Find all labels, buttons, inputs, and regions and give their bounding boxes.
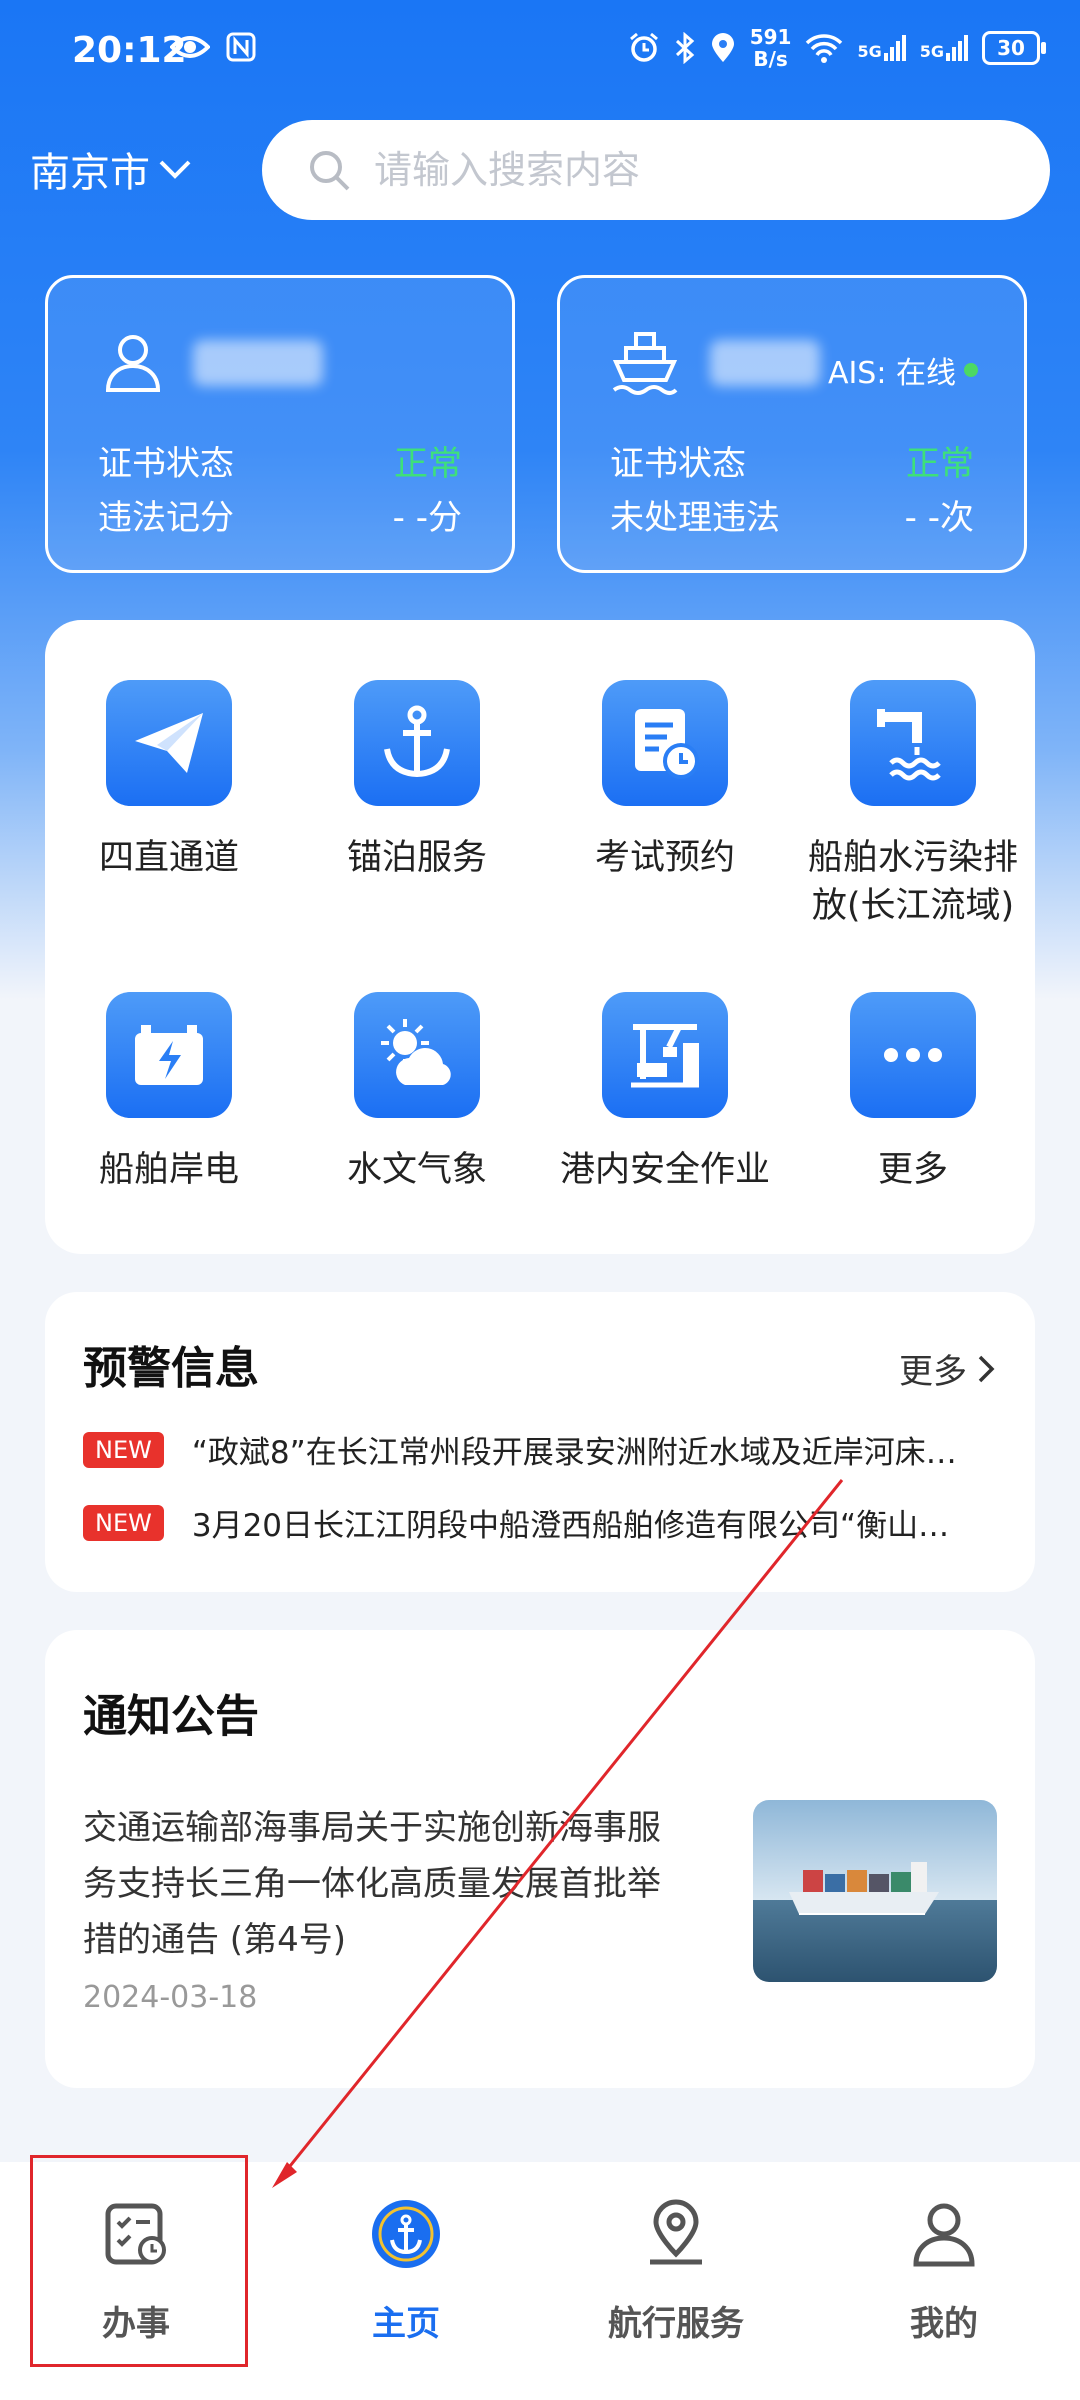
battery-charge-icon	[135, 1025, 203, 1085]
warning-text: 3月20日长江江阴段中船澄西船舶修造有限公司“衡山…	[191, 1508, 950, 1544]
service-shore-power[interactable]: 船舶岸电	[45, 992, 293, 1194]
nav-label: 我的	[910, 2304, 978, 2344]
ship-cert-status-value: 正常	[906, 444, 974, 484]
location-icon	[711, 33, 734, 62]
service-label: 船舶水污染排 放(长江流域)	[807, 838, 1018, 926]
service-anchorage[interactable]: 锚泊服务	[293, 680, 541, 882]
service-label: 更多	[877, 1150, 948, 1190]
service-label: 港内安全作业	[559, 1150, 770, 1190]
blurred-username	[193, 340, 323, 386]
service-water-pollution-discharge[interactable]: 船舶水污染排 放(长江流域)	[789, 680, 1037, 930]
search-icon	[310, 151, 350, 191]
service-exam-booking[interactable]: 考试预约	[541, 680, 789, 882]
maritime-emblem-icon	[372, 2200, 440, 2268]
service-port-safety-ops[interactable]: 港内安全作业	[541, 992, 789, 1194]
service-more[interactable]: 更多	[789, 992, 1037, 1194]
notice-item-text[interactable]: 交通运输部海事局关于实施创新海事服务支持长三角一体化高质量发展首批举措的通告 (…	[83, 1800, 693, 1968]
alarm-icon	[629, 32, 658, 62]
search-input[interactable]	[372, 147, 1016, 193]
signal-icon: 5G	[857, 35, 906, 61]
city-selector[interactable]: 南京市	[30, 140, 192, 198]
notice-title: 通知公告	[83, 1691, 259, 1742]
personal-status-card[interactable]: 证书状态 正常 违法记分 - -分	[45, 275, 515, 573]
more-dots-icon	[884, 1048, 942, 1062]
cert-status-row: 证书状态 正常	[98, 436, 462, 485]
nav-label: 主页	[372, 2304, 440, 2344]
sun-cloud-icon	[381, 1019, 451, 1085]
new-badge: NEW	[83, 1431, 164, 1468]
network-speed: 591 B/s	[749, 25, 792, 71]
service-label: 水文气象	[346, 1150, 487, 1190]
paper-plane-icon	[135, 713, 203, 773]
nav-tab-mine[interactable]: 我的	[844, 2198, 1044, 2345]
service-hydro-weather[interactable]: 水文气象	[293, 992, 541, 1194]
status-right-icons: 591 B/s 5G 5G 30	[628, 25, 1046, 71]
crane-icon	[631, 1024, 699, 1088]
service-label: 四直通道	[98, 838, 239, 878]
warning-more-link[interactable]: 更多	[899, 1344, 995, 1393]
anchor-icon	[384, 705, 450, 778]
warning-panel: 预警信息 更多 NEW “政斌8”在长江常州段开展录安洲附近水域及近岸河床… N…	[45, 1292, 1035, 1592]
cert-status-label: 证书状态	[98, 444, 234, 484]
map-pin-icon	[650, 2199, 702, 2265]
service-grid: 四直通道 锚泊服务 考试预约 船舶水污染排 放(长江流域) 船舶岸电 水文气象 港…	[45, 620, 1035, 1254]
status-bar: 20:12 591 B/s 5G 5G 30	[0, 0, 1080, 110]
unhandled-violations-label: 未处理违法	[610, 498, 780, 538]
cert-status-value: 正常	[394, 444, 462, 484]
online-dot-icon	[964, 363, 978, 377]
warning-item[interactable]: NEW 3月20日长江江阴段中船澄西船舶修造有限公司“衡山…	[83, 1500, 995, 1545]
notice-panel: 通知公告 交通运输部海事局关于实施创新海事服务支持长三角一体化高质量发展首批举措…	[45, 1630, 1035, 2088]
ship-cert-status-label: 证书状态	[610, 444, 746, 484]
notice-item-date: 2024-03-18	[83, 1980, 258, 2015]
status-left-icons	[170, 32, 256, 62]
violation-points-label: 违法记分	[98, 498, 234, 538]
notice-thumbnail[interactable]	[753, 1800, 997, 1982]
nav-label: 航行服务	[608, 2304, 744, 2344]
battery-icon: 30	[982, 31, 1046, 65]
user-icon	[913, 2203, 975, 2267]
nav-tab-home[interactable]: 主页	[306, 2198, 506, 2345]
warning-title: 预警信息	[83, 1343, 259, 1394]
unhandled-violations-value: - -次	[904, 498, 974, 538]
pipe-water-icon	[877, 709, 941, 781]
warning-text: “政斌8”在长江常州段开展录安洲附近水域及近岸河床…	[191, 1435, 957, 1471]
ais-status: AIS: 在线	[828, 348, 978, 392]
bluetooth-icon	[675, 32, 694, 64]
service-label: 锚泊服务	[346, 838, 487, 878]
violation-points-value: - -分	[392, 498, 462, 538]
container-ship-image	[753, 1800, 997, 1982]
ship-icon	[612, 332, 678, 395]
ship-status-card[interactable]: AIS: 在线 证书状态 正常 未处理违法 - -次	[557, 275, 1027, 573]
city-label: 南京市	[30, 150, 150, 196]
ship-cert-status-row: 证书状态 正常	[610, 436, 974, 485]
violation-points-row: 违法记分 - -分	[98, 490, 462, 539]
warning-item[interactable]: NEW “政斌8”在长江常州段开展录安洲附近水域及近岸河床…	[83, 1427, 995, 1472]
unhandled-violations-row: 未处理违法 - -次	[610, 490, 974, 539]
service-sizhi-channel[interactable]: 四直通道	[45, 680, 293, 882]
service-label: 考试预约	[594, 838, 735, 878]
chevron-down-icon	[159, 160, 191, 179]
new-badge: NEW	[83, 1504, 164, 1541]
chevron-right-icon	[978, 1355, 995, 1382]
wifi-icon	[806, 34, 843, 63]
service-label: 船舶岸电	[98, 1150, 239, 1190]
nfc-icon	[226, 32, 256, 62]
blurred-ship-name	[710, 340, 820, 386]
search-bar[interactable]	[262, 120, 1050, 220]
nav-tab-navigation-service[interactable]: 航行服务	[576, 2198, 776, 2345]
document-clock-icon	[635, 709, 699, 779]
eye-icon	[170, 36, 210, 58]
signal-icon-2: 5G	[920, 35, 968, 61]
user-icon	[105, 335, 161, 392]
annotation-highlight-box	[30, 2155, 248, 2367]
